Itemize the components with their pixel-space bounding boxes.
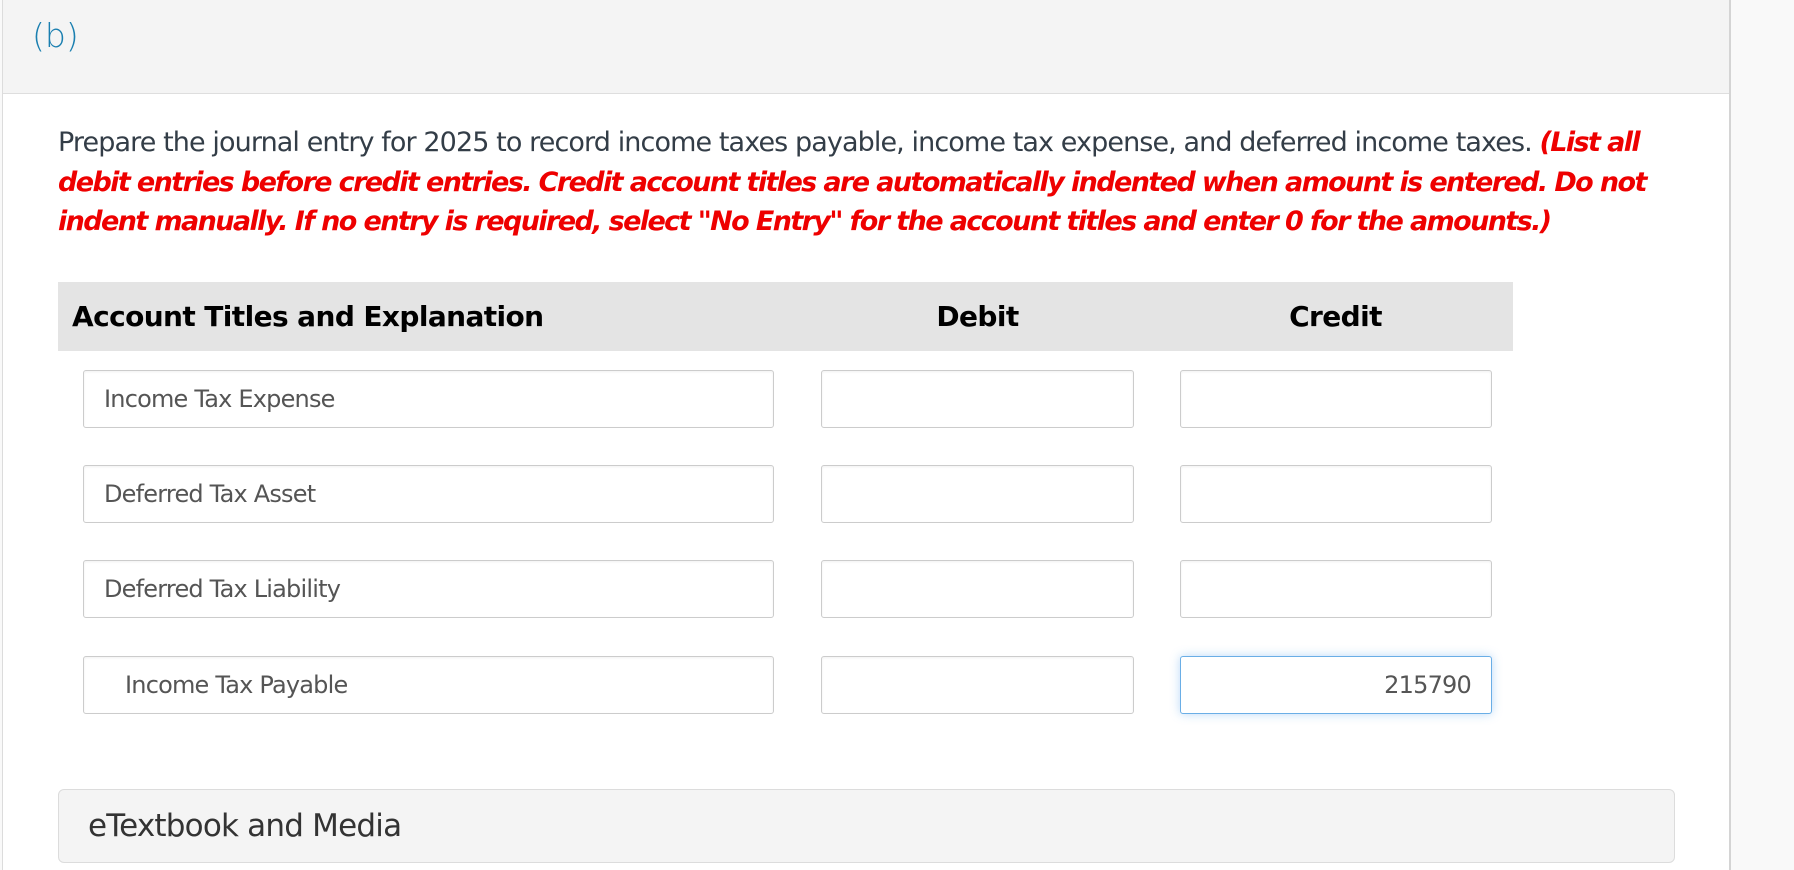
debit-amount-field[interactable]	[821, 370, 1134, 428]
journal-row: Income Tax Expense	[58, 370, 1513, 430]
journal-row: Income Tax Payable 215790	[58, 656, 1513, 716]
account-title-field[interactable]: Deferred Tax Asset	[83, 465, 774, 523]
part-label: (b)	[32, 16, 79, 55]
etextbook-media-label: eTextbook and Media	[88, 808, 402, 844]
journal-row: Deferred Tax Liability	[58, 560, 1513, 620]
journal-row: Deferred Tax Asset	[58, 465, 1513, 525]
question-prompt: Prepare the journal entry for 2025 to re…	[58, 127, 1540, 158]
account-title-field[interactable]: Deferred Tax Liability	[83, 560, 774, 618]
account-title-field[interactable]: Income Tax Payable	[83, 656, 774, 714]
header-debit: Debit	[936, 300, 1019, 333]
etextbook-media-section[interactable]: eTextbook and Media	[58, 789, 1675, 863]
debit-amount-field[interactable]	[821, 560, 1134, 618]
credit-amount-field[interactable]	[1180, 370, 1492, 428]
part-header: (b)	[3, 0, 1729, 94]
debit-amount-field[interactable]	[821, 656, 1134, 714]
header-credit: Credit	[1289, 300, 1382, 333]
journal-table-header: Account Titles and Explanation Debit Cre…	[58, 282, 1513, 351]
credit-amount-field[interactable]: 215790	[1180, 656, 1492, 714]
question-text: Prepare the journal entry for 2025 to re…	[58, 123, 1698, 242]
question-panel: (b) Prepare the journal entry for 2025 t…	[2, 0, 1731, 870]
credit-amount-field[interactable]	[1180, 465, 1492, 523]
header-account-titles: Account Titles and Explanation	[72, 300, 544, 333]
credit-amount-field[interactable]	[1180, 560, 1492, 618]
account-title-field[interactable]: Income Tax Expense	[83, 370, 774, 428]
right-gutter	[1731, 0, 1794, 870]
debit-amount-field[interactable]	[821, 465, 1134, 523]
